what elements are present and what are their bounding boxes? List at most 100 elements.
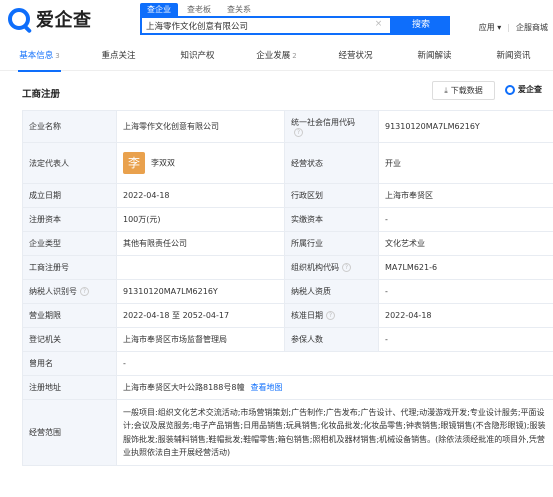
table-row: 注册资本 100万(元) 实缴资本 -: [22, 207, 553, 232]
label-text: 统一社会信用代码: [291, 117, 355, 127]
legal-rep-name[interactable]: 李双双: [151, 159, 175, 168]
value-district: 上海市奉贤区: [378, 183, 553, 208]
label-district: 行政区划: [284, 183, 379, 208]
help-icon[interactable]: ?: [342, 263, 351, 272]
label-text: 纳税人识别号: [29, 287, 77, 296]
label-status: 经营状态: [284, 142, 379, 184]
tab-ip[interactable]: 知识产权: [158, 44, 237, 71]
tab-label: 知识产权: [180, 51, 215, 61]
value-approve: 2022-04-18: [378, 303, 553, 328]
table-row: 纳税人识别号? 91310120MA7LM6216Y 纳税人资质 -: [22, 279, 553, 304]
value-company-name: 上海零作文化创意有限公司: [116, 110, 285, 143]
label-approve: 核准日期?: [284, 303, 379, 328]
tab-operation[interactable]: 经营状况: [316, 44, 395, 71]
value-industry: 文化艺术业: [378, 231, 553, 256]
label-capital: 注册资本: [22, 207, 117, 232]
tab-basic-info[interactable]: 基本信息 3: [0, 44, 79, 72]
clear-icon[interactable]: ×: [373, 19, 384, 30]
download-label: 下载数据: [450, 86, 483, 95]
value-insured: -: [378, 327, 553, 352]
brand-icon: [505, 84, 515, 95]
logo-text: 爱企查: [36, 10, 92, 31]
brand-label: 爱企查: [518, 85, 542, 94]
search-button[interactable]: 搜索: [392, 16, 450, 35]
search-input[interactable]: [146, 18, 374, 33]
label-paid-capital: 实缴资本: [284, 207, 379, 232]
table-row: 成立日期 2022-04-18 行政区划 上海市奉贤区: [22, 183, 553, 208]
tab-news-interpret[interactable]: 新闻解读: [395, 44, 474, 71]
value-address: 上海市奉贤区大叶公路8188号8幢 查看地图: [116, 375, 553, 400]
avatar: 李: [123, 152, 145, 174]
table-row: 曾用名 -: [22, 351, 553, 376]
label-taxpayer-id: 纳税人识别号?: [22, 279, 117, 304]
address-text: 上海市奉贤区大叶公路8188号8幢: [123, 383, 245, 392]
help-icon[interactable]: ?: [326, 311, 335, 320]
label-address: 注册地址: [22, 375, 117, 400]
table-row: 工商注册号 组织机构代码? MA7LM621-6: [22, 255, 553, 280]
app-menu-label: 应用: [478, 23, 495, 32]
logo-mark-icon: [8, 8, 30, 30]
value-capital: 100万(元): [116, 207, 285, 232]
help-icon[interactable]: ?: [294, 127, 303, 137]
label-scope: 经营范围: [22, 399, 117, 466]
label-reg-no: 工商注册号: [22, 255, 117, 280]
table-row: 营业期限 2022-04-18 至 2052-04-17 核准日期? 2022-…: [22, 303, 553, 328]
mall-link[interactable]: 企服商城: [516, 22, 548, 33]
value-status: 开业: [378, 142, 553, 184]
value-former-name: -: [116, 351, 553, 376]
tab-company[interactable]: 查企业: [140, 3, 178, 16]
table-row: 注册地址 上海市奉贤区大叶公路8188号8幢 查看地图: [22, 375, 553, 400]
value-taxpayer-qual: -: [378, 279, 553, 304]
download-icon: ⤓: [444, 86, 448, 95]
tab-label: 新闻解读: [417, 51, 452, 61]
logo[interactable]: 爱企查: [8, 6, 92, 32]
divider: |: [507, 23, 510, 32]
value-legal-rep: 李李双双: [116, 142, 285, 184]
label-term: 营业期限: [22, 303, 117, 328]
tab-boss[interactable]: 查老板: [180, 3, 218, 16]
value-paid-capital: -: [378, 207, 553, 232]
tab-development[interactable]: 企业发展 2: [237, 44, 316, 71]
table-row: 企业名称 上海零作文化创意有限公司 统一社会信用代码? 91310120MA7L…: [22, 110, 553, 143]
value-term: 2022-04-18 至 2052-04-17: [116, 303, 285, 328]
tab-count: 2: [292, 52, 297, 60]
top-right-menu: 应用 ▾ | 企服商城: [479, 22, 548, 33]
label-credit-code: 统一社会信用代码?: [284, 110, 379, 143]
tab-key-focus[interactable]: 重点关注: [79, 44, 158, 71]
tab-relation[interactable]: 查关系: [220, 3, 258, 16]
app-menu[interactable]: 应用 ▾: [479, 22, 502, 33]
section-title: 工商注册: [22, 89, 61, 100]
help-icon[interactable]: ?: [80, 287, 89, 296]
chevron-down-icon: ▾: [497, 23, 502, 32]
label-type: 企业类型: [22, 231, 117, 256]
label-legal-rep: 法定代表人: [22, 142, 117, 184]
value-org-code: MA7LM621-6: [378, 255, 553, 280]
value-scope: 一般项目:组织文化艺术交流活动;市场营销策划;广告制作;广告发布;广告设计、代理…: [116, 399, 553, 466]
label-insured: 参保人数: [284, 327, 379, 352]
tab-news[interactable]: 新闻资讯: [474, 44, 553, 71]
value-type: 其他有限责任公司: [116, 231, 285, 256]
tab-label: 新闻资讯: [496, 51, 531, 61]
brand-badge: 爱企查: [505, 84, 542, 95]
tab-label: 企业发展: [256, 51, 291, 61]
registration-table: 企业名称 上海零作文化创意有限公司 统一社会信用代码? 91310120MA7L…: [22, 110, 553, 466]
header: 爱企查 查企业 查老板 查关系 × 搜索 应用 ▾ | 企服商城: [0, 0, 553, 44]
table-row: 法定代表人 李李双双 经营状态 开业: [22, 142, 553, 184]
tab-count: 3: [55, 52, 60, 60]
value-credit-code: 91310120MA7LM6216Y: [378, 110, 553, 143]
tab-label: 基本信息: [19, 51, 54, 61]
tab-label: 经营状况: [338, 51, 373, 61]
nav-tabs: 基本信息 3 重点关注 知识产权 企业发展 2 经营状况 新闻解读 新闻资讯: [0, 44, 553, 72]
download-button[interactable]: ⤓ 下载数据: [432, 81, 495, 100]
label-taxpayer-qual: 纳税人资质: [284, 279, 379, 304]
view-map-link[interactable]: 查看地图: [250, 383, 282, 392]
label-former-name: 曾用名: [22, 351, 117, 376]
label-org-code: 组织机构代码?: [284, 255, 379, 280]
label-founded: 成立日期: [22, 183, 117, 208]
section-header: 工商注册 ⤓ 下载数据 爱企查: [0, 72, 553, 110]
value-taxpayer-id: 91310120MA7LM6216Y: [116, 279, 285, 304]
tab-label: 重点关注: [101, 51, 136, 61]
label-company-name: 企业名称: [22, 110, 117, 143]
label-text: 组织机构代码: [291, 263, 339, 272]
search-box: ×: [140, 16, 392, 35]
